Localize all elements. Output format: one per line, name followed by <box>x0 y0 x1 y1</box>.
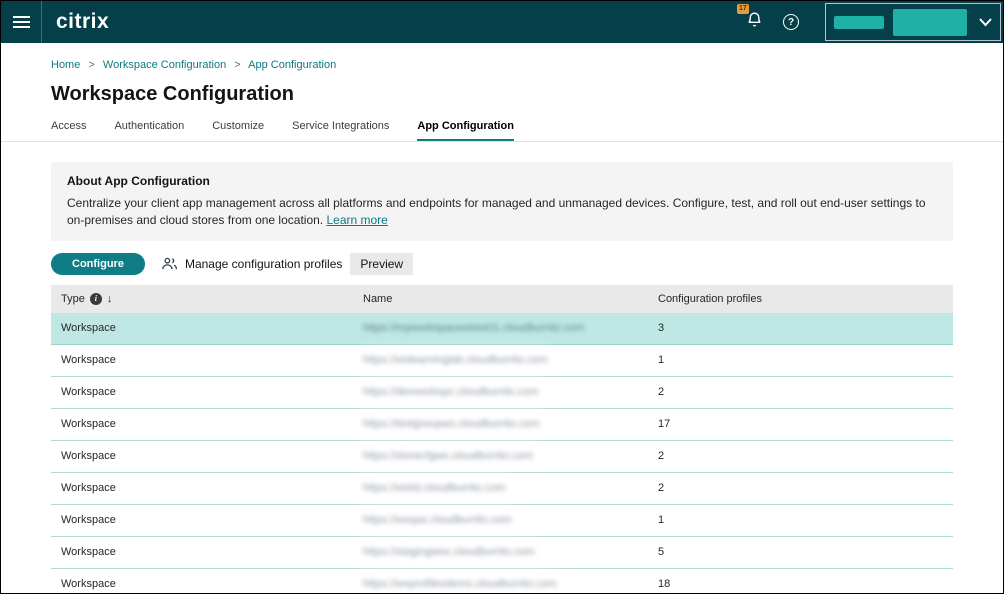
tab-customize[interactable]: Customize <box>212 120 264 141</box>
page-title: Workspace Configuration <box>51 83 1003 106</box>
column-header-name: Name <box>363 293 658 305</box>
table-body: Workspace https://myworkspacestore01.clo… <box>51 313 953 594</box>
cell-configuration-profiles: 1 <box>658 354 953 366</box>
redacted-store-name: https://storecfgws.cloudburrito.com <box>363 450 533 462</box>
redacted-store-name: https://testgroupws.cloudburrito.com <box>363 418 540 430</box>
topbar-right-cluster: 17 ? <box>746 1 1003 43</box>
user-menu[interactable] <box>825 3 1001 41</box>
about-title: About App Configuration <box>67 174 937 188</box>
table-row[interactable]: Workspace https://wsprofilesdemo.cloudbu… <box>51 569 953 594</box>
table-row[interactable]: Workspace https://wstst.cloudburrito.com… <box>51 473 953 505</box>
breadcrumb-workspace-config-link[interactable]: Workspace Configuration <box>103 59 226 71</box>
redacted-store-name: https://wstst.cloudburrito.com <box>363 482 505 494</box>
breadcrumb: Home > Workspace Configuration > App Con… <box>1 43 1003 71</box>
citrix-logo: citrix <box>56 10 109 34</box>
type-column-label: Type <box>61 293 85 305</box>
redacted-user-badge-large <box>893 9 967 36</box>
help-button[interactable]: ? <box>783 14 799 30</box>
cell-configuration-profiles: 2 <box>658 450 953 462</box>
cell-configuration-profiles: 2 <box>658 482 953 494</box>
cell-name: https://stagingwsx.cloudburrito.com <box>363 546 658 558</box>
table-row[interactable]: Workspace https://devworkspc.cloudburrit… <box>51 377 953 409</box>
table-row[interactable]: Workspace https://storecfgws.cloudburrit… <box>51 441 953 473</box>
cell-name: https://testgroupws.cloudburrito.com <box>363 418 658 430</box>
hamburger-menu-icon[interactable] <box>1 1 42 43</box>
cell-configuration-profiles: 1 <box>658 514 953 526</box>
cell-type: Workspace <box>51 482 363 494</box>
cell-name: https://storecfgws.cloudburrito.com <box>363 450 658 462</box>
redacted-store-name: https://wsprofilesdemo.cloudburrito.com <box>363 578 557 590</box>
cell-configuration-profiles: 3 <box>658 322 953 334</box>
help-glyph: ? <box>788 17 794 28</box>
redacted-store-name: https://devworkspc.cloudburrito.com <box>363 386 538 398</box>
table-row[interactable]: Workspace https://myworkspacestore01.clo… <box>51 313 953 345</box>
manage-configuration-profiles-label: Manage configuration profiles <box>185 257 342 271</box>
table-row[interactable]: Workspace https://stagingwsx.cloudburrit… <box>51 537 953 569</box>
info-icon[interactable]: i <box>90 293 102 305</box>
breadcrumb-separator: > <box>234 59 240 71</box>
cell-configuration-profiles: 5 <box>658 546 953 558</box>
cell-type: Workspace <box>51 578 363 590</box>
bell-icon <box>746 11 763 28</box>
notification-badge: 17 <box>737 4 749 14</box>
redacted-store-name: https://stagingwsx.cloudburrito.com <box>363 546 535 558</box>
column-header-type: Type i ↓ <box>51 293 363 305</box>
cell-type: Workspace <box>51 418 363 430</box>
cell-type: Workspace <box>51 322 363 334</box>
redacted-store-name: https://wslearninglab.cloudburrito.com <box>363 354 548 366</box>
app-window: citrix 17 ? Home > Wor <box>0 0 1004 594</box>
cell-name: https://myworkspacestore01.cloudburrito.… <box>363 322 658 334</box>
chevron-down-icon <box>979 18 992 27</box>
cell-type: Workspace <box>51 386 363 398</box>
tab-access[interactable]: Access <box>51 120 86 141</box>
cell-configuration-profiles: 18 <box>658 578 953 590</box>
tab-bar: Access Authentication Customize Service … <box>51 120 1003 141</box>
cell-type: Workspace <box>51 450 363 462</box>
preview-button[interactable]: Preview <box>350 253 413 275</box>
tab-app-configuration[interactable]: App Configuration <box>417 120 514 141</box>
cell-name: https://devworkspc.cloudburrito.com <box>363 386 658 398</box>
cell-type: Workspace <box>51 354 363 366</box>
tabs-divider <box>1 141 1003 142</box>
about-body: Centralize your client app management ac… <box>67 195 937 229</box>
redacted-store-name: https://myworkspacestore01.cloudburrito.… <box>363 322 584 334</box>
cell-type: Workspace <box>51 546 363 558</box>
about-app-configuration-panel: About App Configuration Centralize your … <box>51 162 953 241</box>
about-body-text: Centralize your client app management ac… <box>67 196 926 227</box>
stores-table: Type i ↓ Name Configuration profiles Wor… <box>51 285 953 594</box>
redacted-store-name: https://wsqax.cloudburrito.com <box>363 514 512 526</box>
cell-type: Workspace <box>51 514 363 526</box>
people-icon <box>161 256 178 271</box>
table-row[interactable]: Workspace https://wslearninglab.cloudbur… <box>51 345 953 377</box>
top-bar: citrix 17 ? <box>1 1 1003 43</box>
redacted-user-badge-small <box>834 16 884 29</box>
cell-name: https://wsqax.cloudburrito.com <box>363 514 658 526</box>
cell-name: https://wsprofilesdemo.cloudburrito.com <box>363 578 658 590</box>
breadcrumb-separator: > <box>88 59 94 71</box>
breadcrumb-home-link[interactable]: Home <box>51 59 80 71</box>
notifications-button[interactable]: 17 <box>746 11 763 33</box>
tab-authentication[interactable]: Authentication <box>114 120 184 141</box>
configure-button[interactable]: Configure <box>51 253 145 275</box>
tab-service-integrations[interactable]: Service Integrations <box>292 120 389 141</box>
table-header-row: Type i ↓ Name Configuration profiles <box>51 285 953 313</box>
table-row[interactable]: Workspace https://testgroupws.cloudburri… <box>51 409 953 441</box>
manage-configuration-profiles-button[interactable]: Manage configuration profiles <box>161 256 342 271</box>
sort-descending-icon[interactable]: ↓ <box>107 293 113 305</box>
cell-name: https://wstst.cloudburrito.com <box>363 482 658 494</box>
column-header-configuration-profiles: Configuration profiles <box>658 293 953 305</box>
table-row[interactable]: Workspace https://wsqax.cloudburrito.com… <box>51 505 953 537</box>
breadcrumb-app-config-current: App Configuration <box>248 59 336 71</box>
action-row: Configure Manage configuration profiles … <box>51 253 953 275</box>
learn-more-link[interactable]: Learn more <box>326 213 387 227</box>
cell-configuration-profiles: 17 <box>658 418 953 430</box>
cell-configuration-profiles: 2 <box>658 386 953 398</box>
cell-name: https://wslearninglab.cloudburrito.com <box>363 354 658 366</box>
